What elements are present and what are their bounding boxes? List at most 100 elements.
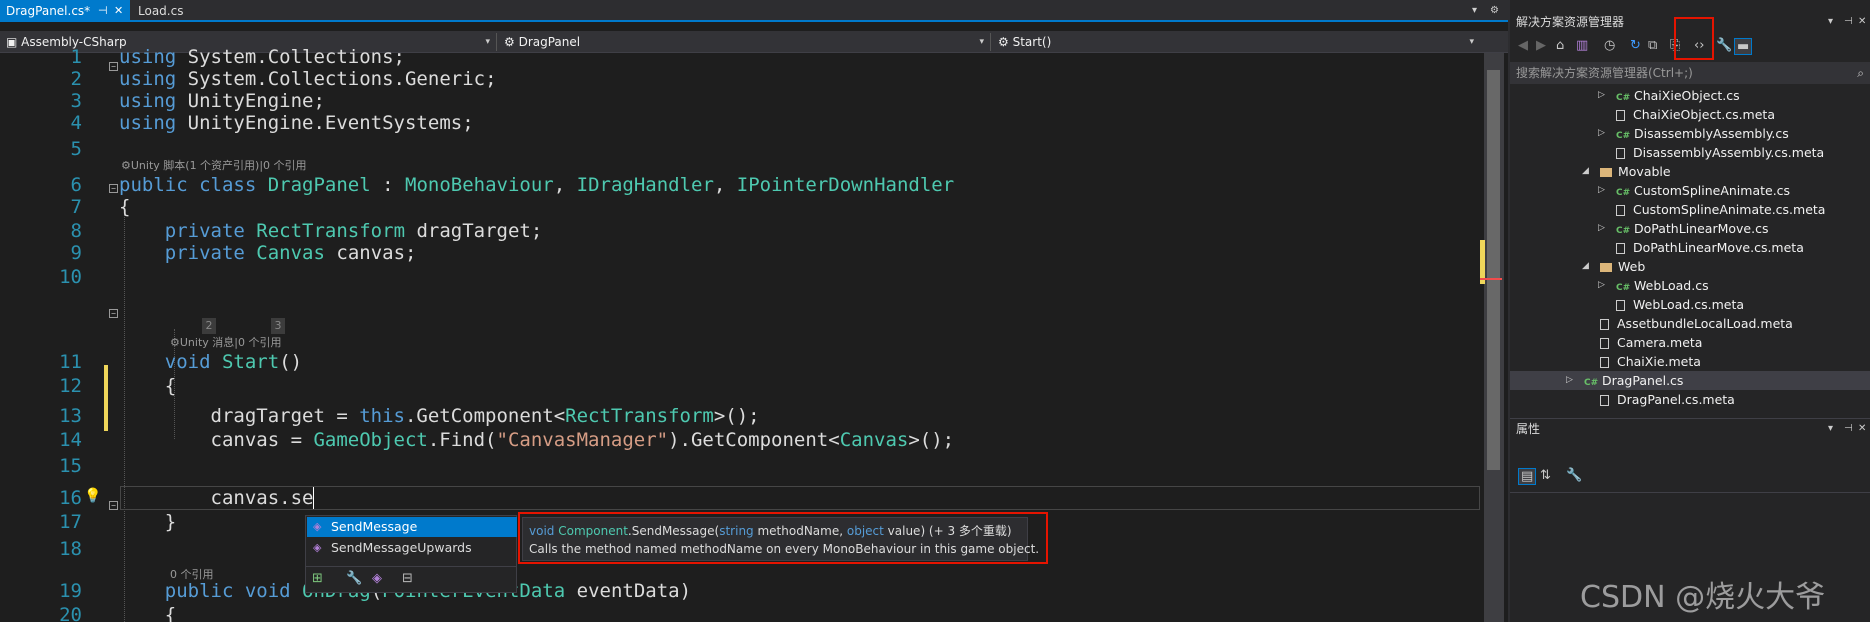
tab-load[interactable]: Load.cs [132,0,192,22]
tree-item[interactable]: ◢ Web [1582,257,1645,276]
line-number: 14 [59,429,82,451]
switch-views-icon[interactable]: ▥ [1576,38,1588,53]
expander-icon[interactable]: ▷ [1598,181,1605,200]
member-name: Start() [1012,35,1052,49]
file-icon [1616,300,1625,311]
right-tool-panels: 解决方案资源管理器 ▾ ⊣ ✕ ◀ ▶ ⌂ ▥ ◷ ↻ ⧉ ⎘ ‹› 🔧 ▬ 搜… [1508,0,1870,622]
divider [496,33,497,51]
preview-selected-icon[interactable]: ▬ [1734,38,1753,55]
fold-toggle[interactable]: − [109,62,118,71]
back-icon[interactable]: ◀ [1518,38,1528,53]
class-dropdown[interactable]: ⚙ DragPanel ▾ [498,32,988,52]
csharp-file-icon: C# [1584,378,1599,388]
codelens-class[interactable]: ⚙Unity 脚本(1 个资产引用)|0 个引用 [121,157,307,173]
line-number: 6 [70,174,82,196]
completion-item-sendmessage[interactable]: ◈ SendMessage [307,517,517,537]
solution-explorer-search[interactable]: 搜索解决方案资源管理器(Ctrl+;) ⌕ [1510,62,1870,84]
pending-changes-icon[interactable]: ◷ [1604,38,1615,53]
tree-item[interactable]: ▷ C# WebLoad.cs [1598,276,1709,295]
annotation-box [1674,17,1714,60]
codelens-start[interactable]: ⚙Unity 消息|0 个引用 [170,334,281,350]
home-icon[interactable]: ⌂ [1556,38,1564,53]
fold-toggle[interactable]: − [109,184,118,193]
method-icon: ⚙ [998,35,1013,49]
code-line: using System.Collections.Generic; [119,68,497,90]
code-line: { [119,375,177,397]
tree-item[interactable]: DoPathLinearMove.cs.meta [1616,238,1804,257]
tab-list-icon[interactable]: ▾ [1472,0,1477,22]
tree-item-label: AssetbundleLocalLoad.meta [1617,316,1793,331]
solution-tree: ▷ C# ChaiXieObject.cs ChaiXieObject.cs.meta… [1510,86,1870,410]
tree-item-label: ChaiXieObject.cs [1634,88,1740,103]
file-icon [1600,357,1609,368]
chevron-down-icon[interactable]: ▾ [1828,419,1833,439]
current-line-highlight [120,486,1480,510]
tab-dragpanel[interactable]: DragPanel.cs* ⊣ ✕ [0,0,130,22]
tree-item-label: Movable [1618,164,1671,179]
tree-item-label: WebLoad.cs [1634,278,1709,293]
tree-item[interactable]: ▷ C# DisassemblyAssembly.cs [1598,124,1789,143]
expander-icon[interactable]: ▷ [1598,86,1605,105]
expander-icon[interactable]: ▷ [1598,219,1605,238]
wrench-icon[interactable]: 🔧 [346,571,362,586]
collapse-all-icon[interactable]: ⧉ [1648,38,1657,53]
properties-toolbar: ▤ ⇅ 🔧 [1510,462,1870,490]
folder-icon [1600,168,1612,177]
code-line: } [119,511,177,533]
tree-item[interactable]: ▷ C# CustomSplineAnimate.cs [1598,181,1790,200]
code-line: using System.Collections; [119,46,405,68]
tree-item[interactable]: ▷ C# ChaiXieObject.cs [1598,86,1740,105]
line-number: 12 [59,375,82,397]
scrollbar-thumb[interactable] [1487,70,1500,470]
tree-item[interactable]: DisassemblyAssembly.cs.meta [1616,143,1824,162]
close-icon[interactable]: ✕ [1858,419,1866,439]
tree-item-label: CustomSplineAnimate.cs.meta [1633,202,1826,217]
member-dropdown[interactable]: ⚙ Start() ▾ [992,32,1478,52]
close-icon[interactable]: ✕ [1858,12,1866,32]
close-icon[interactable]: ✕ [114,0,123,22]
forward-icon[interactable]: ▶ [1536,38,1546,53]
categorized-icon[interactable]: ▤ [1518,468,1537,485]
visual-studio-window: DragPanel.cs* ⊣ ✕ Load.cs ▾ ⚙ ▣ Assembly… [0,0,1870,622]
extension-filter-icon[interactable]: ⊟ [402,571,413,586]
tree-item[interactable]: CustomSplineAnimate.cs.meta [1616,200,1825,219]
tree-item[interactable]: ▷ C# DragPanel.cs [1510,371,1870,390]
lightbulb-icon[interactable]: 💡 [84,488,101,504]
expander-icon[interactable]: ▷ [1598,276,1605,295]
method-filter-icon[interactable]: ◈ [372,571,382,586]
chevron-down-icon[interactable]: ▾ [1828,12,1833,32]
tree-item[interactable]: Camera.meta [1600,333,1702,352]
line-number: 18 [59,538,82,560]
tree-item[interactable]: AssetbundleLocalLoad.meta [1600,314,1793,333]
expander-icon[interactable]: ▷ [1566,371,1573,390]
property-pages-icon[interactable]: 🔧 [1566,468,1582,483]
properties-wrench-icon[interactable]: 🔧 [1716,38,1732,53]
line-number: 8 [70,220,82,242]
tree-item[interactable]: ▷ C# DoPathLinearMove.cs [1598,219,1768,238]
pin-icon[interactable]: ⊣ [1844,12,1853,32]
refresh-icon[interactable]: ↻ [1630,38,1641,53]
expander-icon[interactable]: ◢ [1582,162,1589,181]
fold-toggle[interactable]: − [109,501,118,510]
tree-item[interactable]: WebLoad.cs.meta [1616,295,1744,314]
expander-icon[interactable]: ◢ [1582,257,1589,276]
completion-item-sendmessageupwards[interactable]: ◈ SendMessageUpwards [307,538,517,558]
line-number: 16 [59,487,82,509]
expand-filter-icon[interactable]: ⊞ [312,571,323,586]
change-marker [104,409,108,431]
chevron-down-icon: ▾ [1469,37,1474,47]
tree-item[interactable]: DragPanel.cs.meta [1600,390,1735,409]
tree-item-label: Camera.meta [1617,335,1703,350]
tree-item[interactable]: ChaiXie.meta [1600,352,1701,371]
pin-icon[interactable]: ⊣ [98,0,108,22]
pin-icon[interactable]: ⊣ [1844,419,1853,439]
alphabetical-icon[interactable]: ⇅ [1540,468,1551,483]
tree-item[interactable]: ◢ Movable [1582,162,1671,181]
gear-icon[interactable]: ⚙ [1490,0,1499,22]
tree-item[interactable]: ChaiXieObject.cs.meta [1616,105,1775,124]
code-line: dragTarget = this.GetComponent<RectTrans… [119,405,760,427]
tree-item-label: DisassemblyAssembly.cs.meta [1633,145,1825,160]
properties-title: 属性 ▾ ⊣ ✕ [1510,418,1870,438]
fold-toggle[interactable]: − [109,309,118,318]
expander-icon[interactable]: ▷ [1598,124,1605,143]
